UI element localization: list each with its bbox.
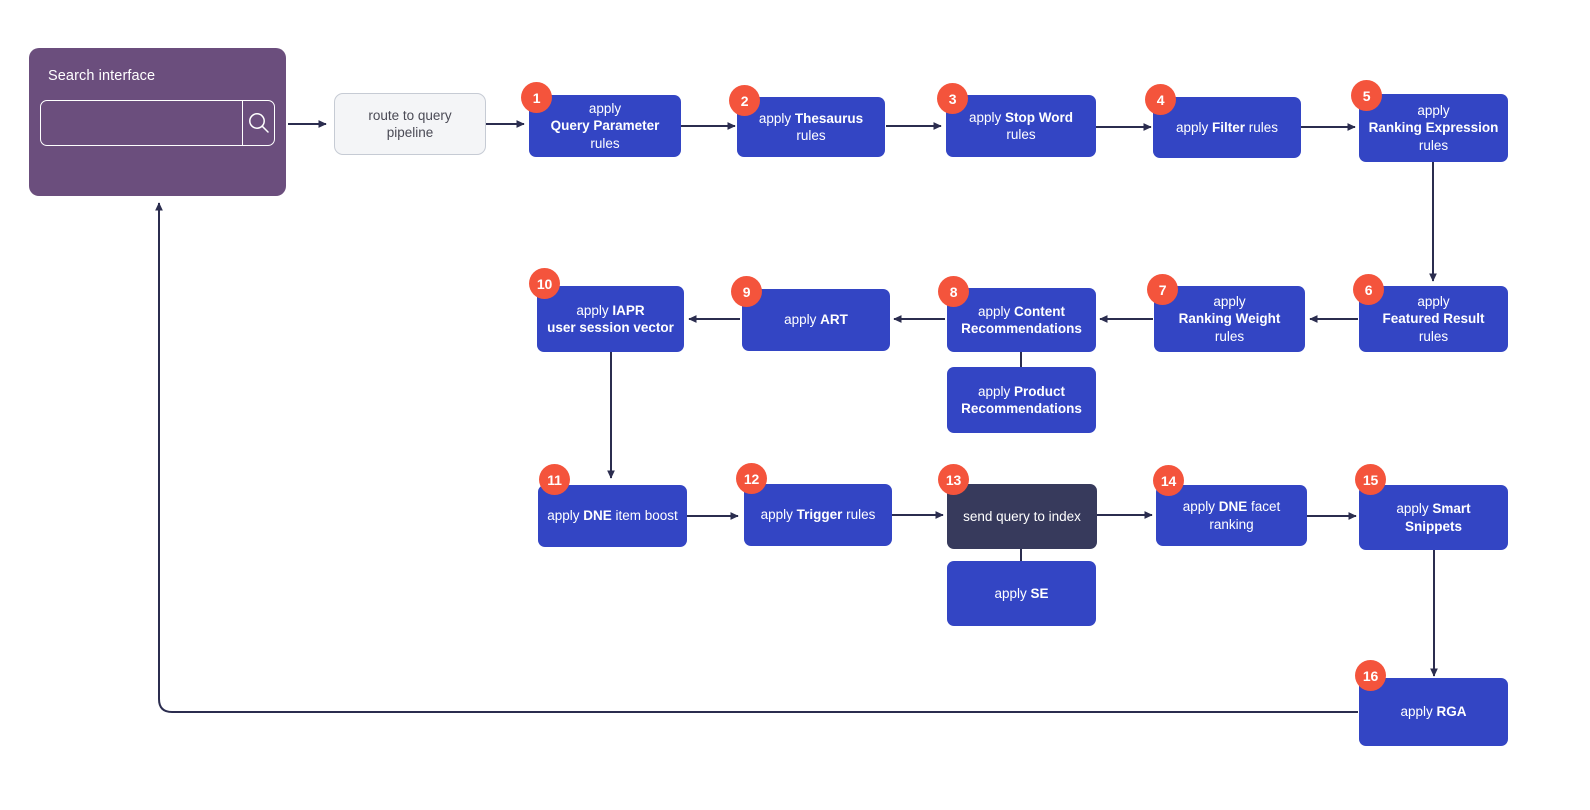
node-label: apply SE — [994, 585, 1049, 601]
node-label: apply DNE item boost — [547, 508, 678, 524]
magnifier-icon — [248, 113, 269, 133]
node-apply-dne-facet-ranking[interactable]: apply DNE facet ranking — [1156, 485, 1307, 546]
node-apply-stop-word-rules[interactable]: apply Stop Word rules — [946, 95, 1096, 157]
step-badge-15: 15 — [1355, 464, 1386, 495]
node-apply-art[interactable]: apply ART — [742, 289, 890, 351]
step-badge-11: 11 — [539, 464, 570, 495]
node-label: apply Trigger rules — [760, 507, 876, 523]
search-interface-title: Search interface — [48, 68, 156, 84]
node-apply-content-recommendations[interactable]: apply Content Recommendations — [947, 288, 1096, 352]
step-badge-12: 12 — [736, 463, 767, 494]
node-label: apply DNE facet ranking — [1182, 499, 1281, 532]
step-badge-1: 1 — [521, 82, 552, 113]
node-label: apply Query Parameter rules — [550, 100, 660, 151]
step-badge-4: 4 — [1145, 84, 1176, 115]
step-badge-10: 10 — [529, 268, 560, 299]
step-badge-7: 7 — [1147, 274, 1178, 305]
node-label: apply Ranking Weight rules — [1178, 293, 1281, 344]
node-route-to-query-pipeline[interactable]: route to query pipeline — [334, 93, 486, 155]
connector-16-to-search — [155, 202, 1358, 713]
node-label: apply Featured Result rules — [1382, 293, 1485, 344]
step-badge-3: 3 — [937, 83, 968, 114]
node-apply-smart-snippets[interactable]: apply Smart Snippets — [1359, 485, 1508, 550]
step-badge-2: 2 — [729, 85, 760, 116]
node-label: apply RGA — [1400, 704, 1467, 720]
node-apply-iapr-user-session-vector[interactable]: apply IAPR user session vector — [537, 286, 684, 352]
node-apply-trigger-rules[interactable]: apply Trigger rules — [744, 484, 892, 546]
node-label: apply Thesaurus rules — [758, 110, 864, 144]
node-label: apply Ranking Expression rules — [1368, 102, 1499, 153]
node-apply-product-recommendations[interactable]: apply Product Recommendations — [947, 367, 1096, 433]
node-apply-filter-rules[interactable]: apply Filter rules — [1153, 97, 1301, 158]
node-label: apply ART — [784, 312, 848, 328]
step-badge-5: 5 — [1351, 80, 1382, 111]
step-badge-13: 13 — [938, 464, 969, 495]
node-apply-thesaurus-rules[interactable]: apply Thesaurus rules — [737, 97, 885, 157]
flowchart-canvas: Search interface route to query pipeline… — [0, 0, 1590, 810]
search-interface-panel: Search interface — [29, 48, 286, 196]
node-apply-se[interactable]: apply SE — [947, 561, 1096, 626]
node-label: route to query pipeline — [368, 107, 452, 141]
search-field[interactable] — [40, 100, 275, 146]
node-label: apply Filter rules — [1175, 119, 1279, 135]
node-label: apply Product Recommendations — [961, 383, 1082, 417]
node-apply-dne-item-boost[interactable]: apply DNE item boost — [538, 485, 687, 547]
search-input[interactable] — [41, 101, 242, 145]
step-badge-14: 14 — [1153, 465, 1184, 496]
step-badge-16: 16 — [1355, 660, 1386, 691]
node-send-query-to-index[interactable]: send query to index — [947, 484, 1097, 549]
node-apply-rga[interactable]: apply RGA — [1359, 678, 1508, 746]
node-apply-ranking-expression-rules[interactable]: apply Ranking Expression rules — [1359, 94, 1508, 162]
step-badge-9: 9 — [731, 276, 762, 307]
node-label: apply Content Recommendations — [961, 303, 1082, 337]
node-label: apply IAPR user session vector — [547, 302, 674, 336]
node-label: apply Smart Snippets — [1396, 501, 1471, 534]
node-apply-query-parameter-rules[interactable]: apply Query Parameter rules — [529, 95, 681, 157]
step-badge-8: 8 — [938, 276, 969, 307]
node-label: send query to index — [963, 508, 1081, 524]
search-button[interactable] — [242, 101, 274, 145]
step-badge-6: 6 — [1353, 274, 1384, 305]
node-apply-ranking-weight-rules[interactable]: apply Ranking Weight rules — [1154, 286, 1305, 352]
node-label: apply Stop Word rules — [968, 109, 1074, 143]
